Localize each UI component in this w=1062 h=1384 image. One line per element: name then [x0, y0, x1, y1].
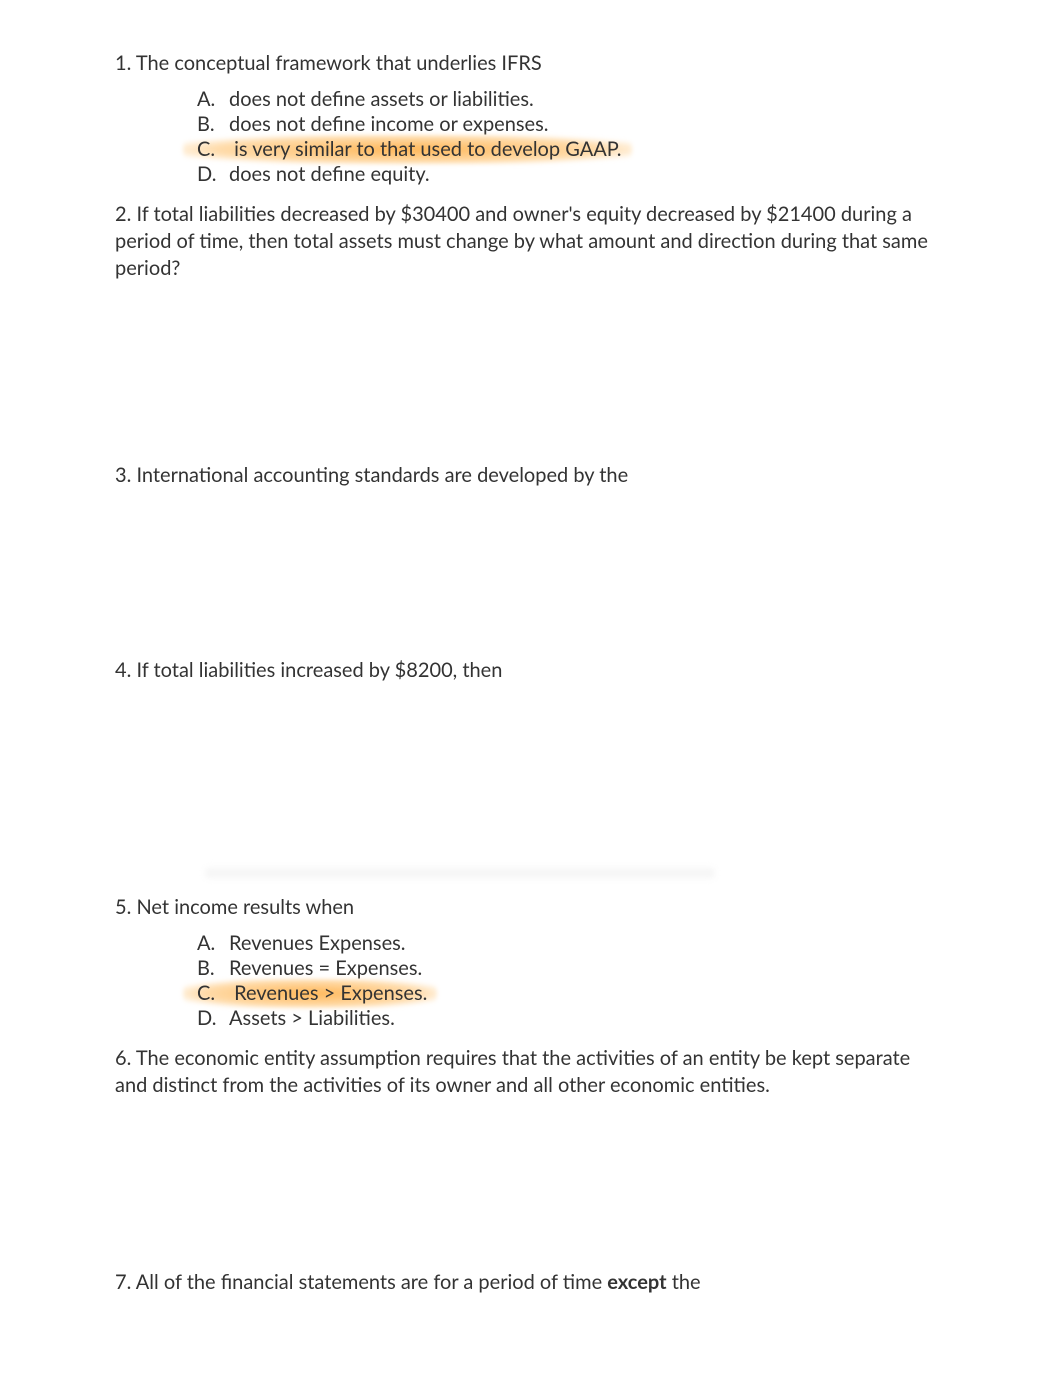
- question-2-text: 2. If total liabilities decreased by $30…: [115, 201, 947, 282]
- question-1-options: A. does not define assets or liabilities…: [197, 87, 947, 187]
- q4-text: If total liabilities increased by $8200,…: [136, 658, 502, 682]
- q7-text-pre: All of the financial statements are for …: [136, 1270, 607, 1294]
- q4-number: 4.: [115, 658, 131, 682]
- question-4: 4. If total liabilities increased by $82…: [115, 657, 947, 844]
- q1-opt-b-text: does not define income or expenses.: [229, 112, 947, 137]
- q1-option-b: B. does not define income or expenses.: [197, 112, 947, 137]
- q5-opt-c-letter: C.: [197, 981, 229, 1006]
- question-4-text: 4. If total liabilities increased by $82…: [115, 657, 947, 684]
- q1-number: 1.: [115, 51, 131, 75]
- question-5-options: A. Revenues Expenses. B. Revenues = Expe…: [197, 931, 947, 1031]
- q1-opt-b-letter: B.: [197, 112, 229, 137]
- q1-opt-d-text: does not define equity.: [229, 162, 947, 187]
- q6-text: The economic entity assumption requires …: [115, 1046, 910, 1097]
- q4-answer-space: [115, 694, 947, 844]
- q5-opt-b-text: Revenues = Expenses.: [229, 956, 947, 981]
- q3-number: 3.: [115, 463, 131, 487]
- q2-number: 2.: [115, 202, 131, 226]
- content-blur-overlay: [205, 864, 715, 882]
- q5-option-b: B. Revenues = Expenses.: [197, 956, 947, 981]
- q6-answer-space: [115, 1109, 947, 1241]
- q2-answer-space: [115, 292, 947, 434]
- q7-text-post: the: [667, 1270, 701, 1294]
- q1-text: The conceptual framework that underlies …: [136, 51, 542, 75]
- question-3-text: 3. International accounting standards ar…: [115, 462, 947, 489]
- question-6-text: 6. The economic entity assumption requir…: [115, 1045, 947, 1099]
- q5-text: Net income results when: [136, 895, 354, 919]
- q1-option-c: C. is very similar to that used to devel…: [197, 137, 947, 162]
- question-1: 1. The conceptual framework that underli…: [115, 50, 947, 187]
- question-5: 5. Net income results when A. Revenues E…: [115, 894, 947, 1031]
- question-5-text: 5. Net income results when: [115, 894, 947, 921]
- q1-opt-a-text: does not define assets or liabilities.: [229, 87, 947, 112]
- question-6: 6. The economic entity assumption requir…: [115, 1045, 947, 1241]
- q7-number: 7.: [115, 1270, 131, 1294]
- q1-option-d: D. does not define equity.: [197, 162, 947, 187]
- q1-opt-c-letter: C.: [197, 137, 229, 162]
- q5-option-c: C. Revenues > Expenses.: [197, 981, 947, 1006]
- q5-opt-a-text: Revenues Expenses.: [229, 931, 947, 956]
- q1-option-a: A. does not define assets or liabilities…: [197, 87, 947, 112]
- question-1-text: 1. The conceptual framework that underli…: [115, 50, 947, 77]
- question-3: 3. International accounting standards ar…: [115, 462, 947, 629]
- question-7: 7. All of the financial statements are f…: [115, 1269, 947, 1296]
- q5-option-a: A. Revenues Expenses.: [197, 931, 947, 956]
- q6-number: 6.: [115, 1046, 131, 1070]
- q1-opt-c-text: is very similar to that used to develop …: [234, 137, 621, 161]
- q5-number: 5.: [115, 895, 131, 919]
- question-7-text: 7. All of the financial statements are f…: [115, 1269, 947, 1296]
- q5-opt-b-letter: B.: [197, 956, 229, 981]
- q5-opt-c-text: Revenues > Expenses.: [234, 981, 427, 1005]
- q7-text-bold: except: [607, 1270, 666, 1294]
- q5-opt-d-text: Assets > Liabilities.: [229, 1006, 947, 1031]
- q1-opt-a-letter: A.: [197, 87, 229, 112]
- q3-text: International accounting standards are d…: [136, 463, 628, 487]
- q5-opt-a-letter: A.: [197, 931, 229, 956]
- q2-text: If total liabilities decreased by $30400…: [115, 202, 928, 280]
- q1-opt-d-letter: D.: [197, 162, 229, 187]
- q3-answer-space: [115, 499, 947, 629]
- q5-opt-d-letter: D.: [197, 1006, 229, 1031]
- question-2: 2. If total liabilities decreased by $30…: [115, 201, 947, 434]
- q5-option-d: D. Assets > Liabilities.: [197, 1006, 947, 1031]
